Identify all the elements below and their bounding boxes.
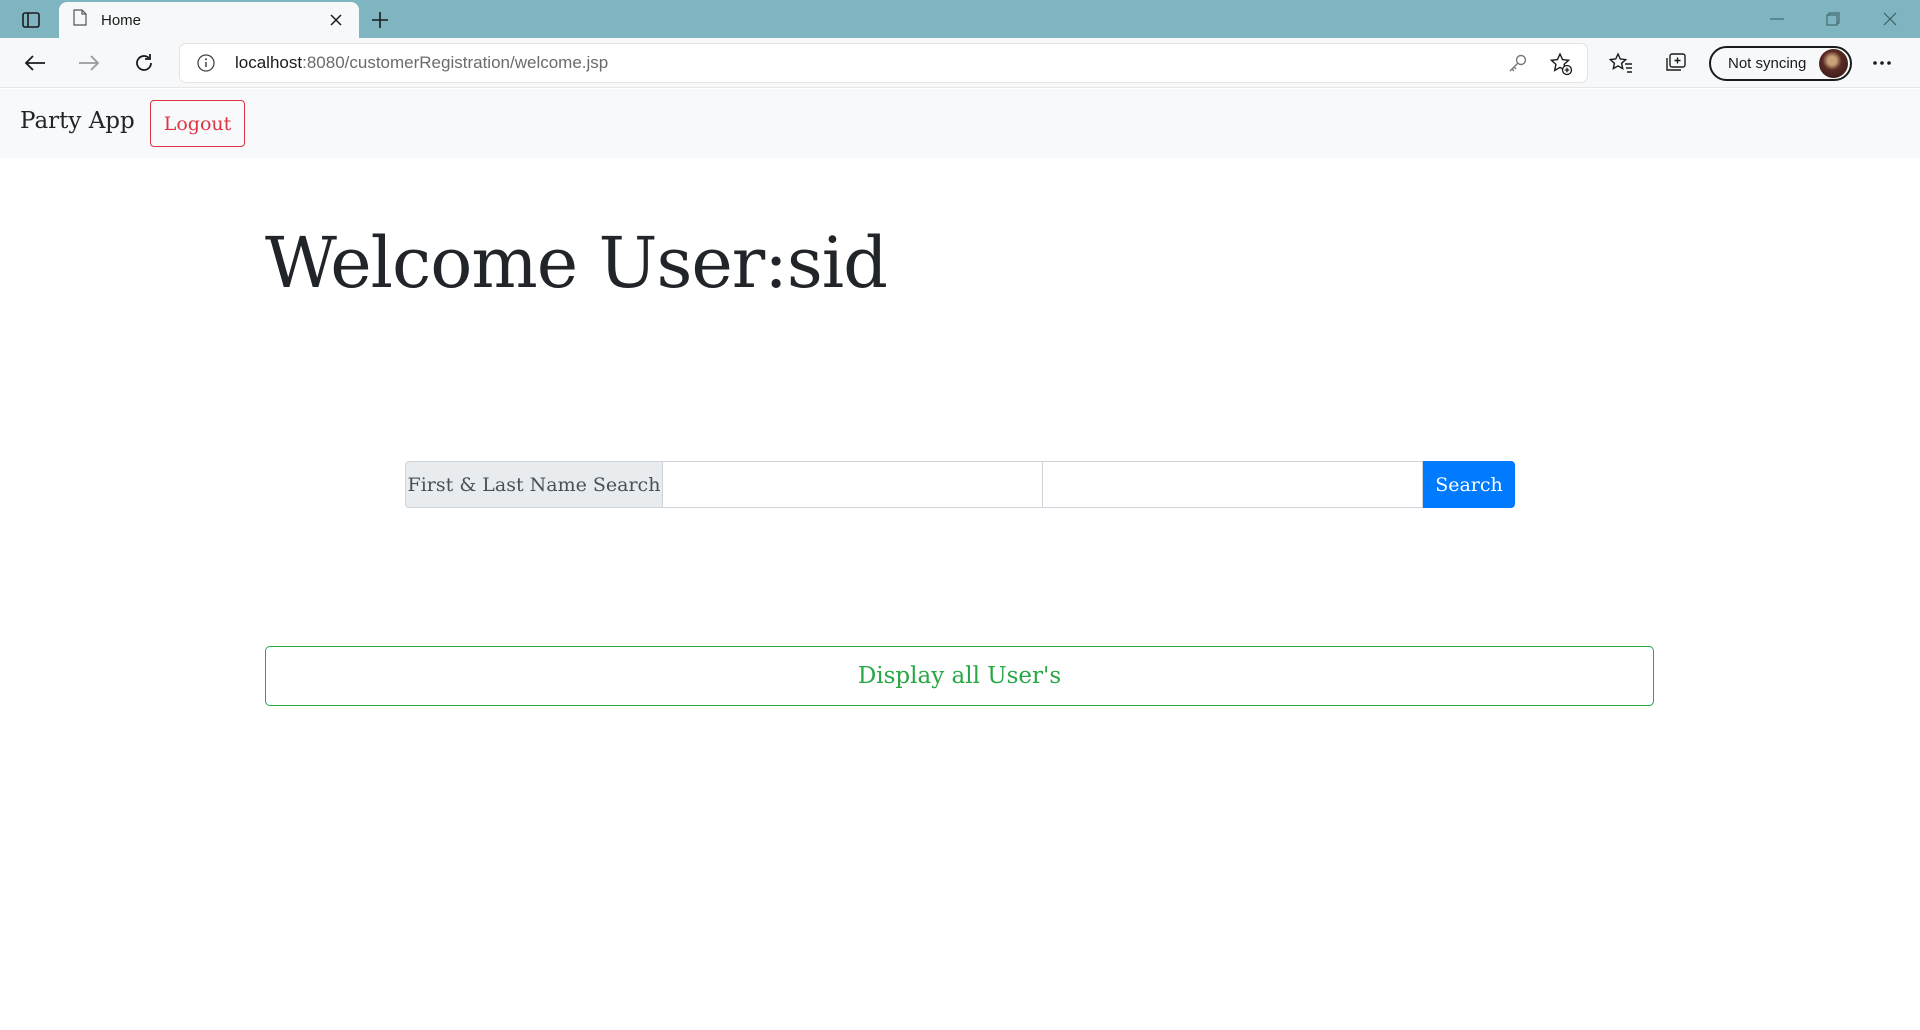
url-text: localhost:8080/customerRegistration/welc…	[235, 53, 608, 73]
reload-icon[interactable]	[128, 47, 160, 79]
minimize-icon[interactable]	[1757, 4, 1797, 34]
address-bar[interactable]: localhost:8080/customerRegistration/welc…	[180, 44, 1587, 82]
collections-icon[interactable]	[1662, 49, 1690, 77]
site-info-icon[interactable]	[196, 53, 216, 73]
forward-icon[interactable]	[73, 47, 105, 79]
browser-toolbar: localhost:8080/customerRegistration/welc…	[0, 38, 1920, 88]
tab-title: Home	[101, 11, 142, 29]
favorites-icon[interactable]	[1607, 49, 1635, 77]
restore-icon[interactable]	[1813, 4, 1853, 34]
profile-button[interactable]: Not syncing	[1709, 46, 1852, 81]
browser-tabstrip: Home	[0, 0, 1920, 38]
url-host: localhost	[235, 53, 303, 72]
search-button[interactable]: Search	[1423, 461, 1515, 508]
new-tab-icon[interactable]	[366, 6, 394, 34]
url-path: :8080/customerRegistration/welcome.jsp	[302, 53, 609, 72]
more-menu-icon[interactable]	[1868, 49, 1896, 77]
tab-actions-icon[interactable]	[16, 8, 46, 32]
close-window-icon[interactable]	[1870, 4, 1910, 34]
key-icon[interactable]	[1507, 52, 1529, 74]
name-search-group: First & Last Name Search Search	[405, 461, 1515, 508]
page-icon	[73, 9, 87, 31]
profile-status-label: Not syncing	[1728, 55, 1807, 72]
page-title: Welcome User:sid	[265, 222, 888, 304]
navbar-brand[interactable]: Party App	[20, 108, 135, 134]
close-tab-icon[interactable]	[325, 9, 347, 31]
add-favorite-icon[interactable]	[1549, 52, 1573, 76]
avatar	[1819, 49, 1848, 78]
back-icon[interactable]	[19, 47, 51, 79]
browser-tab-home[interactable]: Home	[59, 2, 359, 38]
display-all-users-button[interactable]: Display all User's	[265, 646, 1654, 706]
last-name-input[interactable]	[1043, 461, 1423, 508]
search-prepend-label: First & Last Name Search	[405, 461, 663, 508]
first-name-input[interactable]	[663, 461, 1043, 508]
app-navbar: Party App Logout	[0, 89, 1920, 158]
logout-button[interactable]: Logout	[150, 100, 245, 147]
